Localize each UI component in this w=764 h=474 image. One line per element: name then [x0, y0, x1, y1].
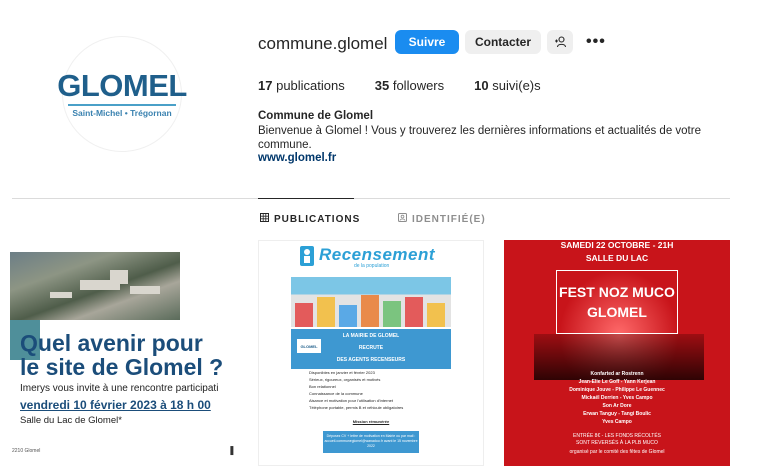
list-item: Disponibles en janvier et février 2023: [309, 370, 375, 375]
tab-label: IDENTIFIÉ(E): [412, 213, 486, 225]
artist-line: Konfarted ar Rostrenn: [590, 371, 644, 377]
tab-publications[interactable]: PUBLICATIONS: [260, 213, 360, 225]
recruit-box: GLOMEL LA MAIRIE DE GLOMEL RECRUTE DES A…: [291, 329, 451, 369]
census-person-icon: [300, 246, 314, 266]
follow-button[interactable]: Suivre: [395, 30, 459, 54]
title-frame: [556, 270, 678, 334]
artist-line: Yves Campo: [602, 419, 632, 425]
list-item: Connaissance de la commune: [309, 391, 363, 396]
factory-building: [50, 292, 72, 298]
house-shape: [295, 303, 313, 327]
house-shape: [405, 297, 423, 327]
recruit-line3: DES AGENTS RECENSEURS: [336, 357, 406, 363]
mission-text: Mission rémunérée: [352, 419, 390, 424]
suggest-users-button[interactable]: [547, 30, 573, 54]
event-footer-line1: ENTRÉE 8€ - LES FONDS RÉCOLTÉS: [573, 433, 661, 439]
profile-stats: 17 publications 35 followers 10 suivi(e)…: [258, 78, 571, 93]
house-shape: [317, 297, 335, 327]
factory-building: [130, 286, 160, 294]
post-invite-text: Imerys vous invite à une rencontre parti…: [20, 383, 219, 394]
post-thumbnail-recensement[interactable]: Recensement de la population GLOMEL LA M…: [258, 240, 484, 466]
event-footer-line2: SONT REVERSÉS À LA PLB MUCO: [576, 440, 658, 446]
list-item: Bon relationnel: [309, 384, 336, 389]
event-date: SAMEDI 22 OCTOBRE - 21H: [560, 240, 674, 250]
house-shape: [339, 305, 357, 327]
event-place: SALLE DU LAC: [585, 253, 649, 263]
post-place: Salle du Lac de Glomel*: [20, 415, 122, 426]
stat-label: suivi(e)s: [492, 78, 541, 93]
bio-text: Bienvenue à Glomel ! Vous y trouverez le…: [258, 125, 701, 151]
tab-tagged[interactable]: IDENTIFIÉ(E): [398, 213, 486, 225]
post-date: vendredi 10 février 2023 à 18 h 00: [20, 398, 211, 412]
more-icon: •••: [586, 33, 606, 50]
tagged-icon: [398, 213, 407, 225]
post-headline-line2: le site de Glomel ?: [20, 354, 224, 380]
profile-username: commune.glomel: [258, 34, 388, 53]
bio-link[interactable]: www.glomel.fr: [258, 152, 336, 164]
active-tab-indicator: [258, 198, 354, 199]
list-item: Sérieux, rigoureux, organisés et motivés: [309, 377, 381, 382]
contact-button[interactable]: Contacter: [465, 30, 541, 54]
post-subtitle: de la population: [354, 263, 390, 269]
artist-line: Dominique Jouve - Philippe Le Guennec: [569, 387, 665, 393]
stat-followers[interactable]: 35 followers: [375, 78, 444, 93]
house-shape: [427, 303, 445, 327]
recruit-line2: RECRUTE: [358, 345, 384, 351]
contact-box: Déposez CV + lettre de motivation en Mai…: [323, 431, 419, 453]
artist-line: Mickaël Derrien - Yves Campo: [581, 395, 653, 401]
aerial-photo: [10, 252, 180, 320]
stat-count: 35: [374, 78, 390, 93]
requirements-list: Disponibles en janvier et février 2023 S…: [309, 369, 403, 411]
grid-icon: [260, 213, 269, 225]
artist-line: Jean-Elie Le Goff - Yann Kerjean: [578, 379, 656, 385]
stat-count: 17: [258, 78, 273, 93]
post-thumbnail-imerys[interactable]: Quel avenir pour le site de Glomel ? Ime…: [10, 240, 236, 466]
event-title-line1: FEST NOZ MUCO: [559, 284, 675, 300]
stat-publications: 17 publications: [258, 78, 345, 93]
pause-icon: ❚❚: [228, 445, 236, 455]
add-user-icon: [554, 36, 566, 48]
post-headline-line1: Quel avenir pour: [20, 330, 203, 356]
artist-line: Erwan Tanguy - Tangi Boulic: [583, 411, 651, 417]
post-thumbnail-fest-noz[interactable]: SAMEDI 22 OCTOBRE - 21H SALLE DU LAC FES…: [504, 240, 730, 466]
artist-line: Son Ar Dore: [602, 403, 632, 409]
event-footer-line3: organisé par le comité des fêtes de Glom…: [569, 449, 665, 455]
tab-label: PUBLICATIONS: [274, 213, 361, 225]
avatar-logo-subtitle: Saint-Michel • Trégornan: [72, 108, 172, 118]
stat-label: publications: [276, 78, 345, 93]
stat-count: 10: [474, 78, 489, 93]
list-item: Téléphone portable, permis B et véhicule…: [309, 405, 404, 410]
avatar-logo-text: GLOMEL: [57, 68, 187, 103]
more-options-button[interactable]: •••: [586, 33, 606, 51]
stat-label: followers: [392, 78, 445, 93]
house-shape: [361, 295, 379, 327]
event-title-line2: GLOMEL: [587, 304, 647, 320]
town-illustration: [291, 277, 451, 327]
stat-following[interactable]: 10 suivi(e)s: [474, 78, 541, 93]
avatar[interactable]: GLOMEL Saint-Michel • Trégornan: [57, 36, 187, 152]
list-item: Aisance et motivation pour l'utilisation…: [309, 398, 394, 403]
bio-name: Commune de Glomel: [258, 110, 374, 122]
recruit-line1: LA MAIRIE DE GLOMEL: [342, 333, 400, 339]
post-footer: 2210 Glomel: [12, 448, 41, 454]
house-shape: [383, 301, 401, 327]
tabs-divider: [12, 198, 730, 199]
post-title: Recensement: [319, 245, 436, 264]
factory-building: [110, 270, 128, 284]
avatar-logo-divider: [68, 104, 176, 106]
